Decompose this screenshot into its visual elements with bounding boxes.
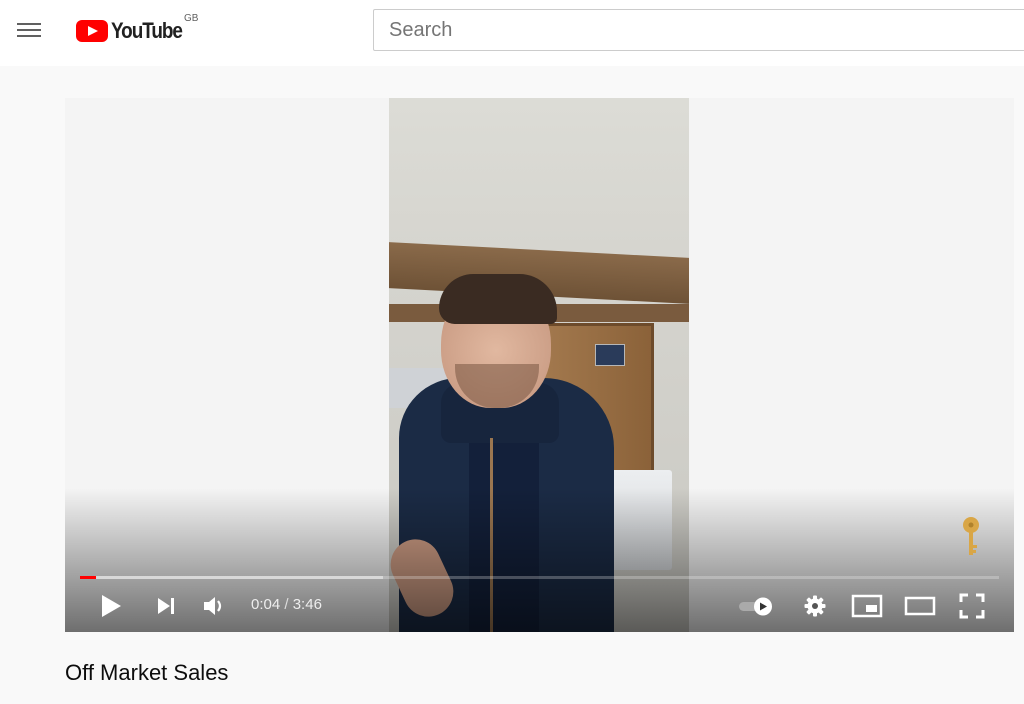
volume-icon — [204, 597, 222, 615]
miniplayer-button[interactable] — [850, 590, 884, 622]
mute-button[interactable] — [201, 590, 227, 622]
video-player[interactable]: 0:04 / 3:46 — [65, 98, 1014, 632]
youtube-play-logo-icon — [76, 20, 108, 42]
play-icon — [102, 595, 121, 617]
next-icon — [158, 598, 174, 614]
current-time: 0:04 — [251, 596, 281, 613]
buffered-bar — [80, 576, 384, 579]
fullscreen-icon — [959, 593, 985, 619]
autoplay-toggle[interactable] — [737, 590, 777, 622]
played-bar — [80, 576, 97, 579]
settings-gear-icon — [804, 595, 826, 617]
duration: 3:46 — [292, 596, 322, 613]
masthead: YouTube GB — [0, 0, 1024, 66]
youtube-logo[interactable]: YouTube GB — [76, 13, 198, 46]
autoplay-toggle-icon — [739, 597, 772, 616]
time-separator: / — [280, 596, 293, 613]
fullscreen-button[interactable] — [957, 590, 987, 622]
search-input[interactable] — [373, 9, 1024, 51]
theater-mode-button[interactable] — [903, 590, 937, 622]
next-button[interactable] — [153, 590, 179, 622]
key-icon — [963, 517, 979, 555]
play-button[interactable] — [97, 590, 125, 622]
miniplayer-icon — [851, 594, 883, 618]
theater-mode-icon — [904, 596, 936, 616]
menu-icon[interactable] — [14, 19, 44, 43]
logo-wordmark: YouTube — [111, 18, 183, 43]
video-title: Off Market Sales — [65, 660, 229, 685]
time-display: 0:04 / 3:46 — [251, 596, 322, 613]
progress-bar[interactable] — [80, 576, 999, 579]
region-code: GB — [184, 13, 199, 24]
settings-button[interactable] — [801, 590, 829, 622]
